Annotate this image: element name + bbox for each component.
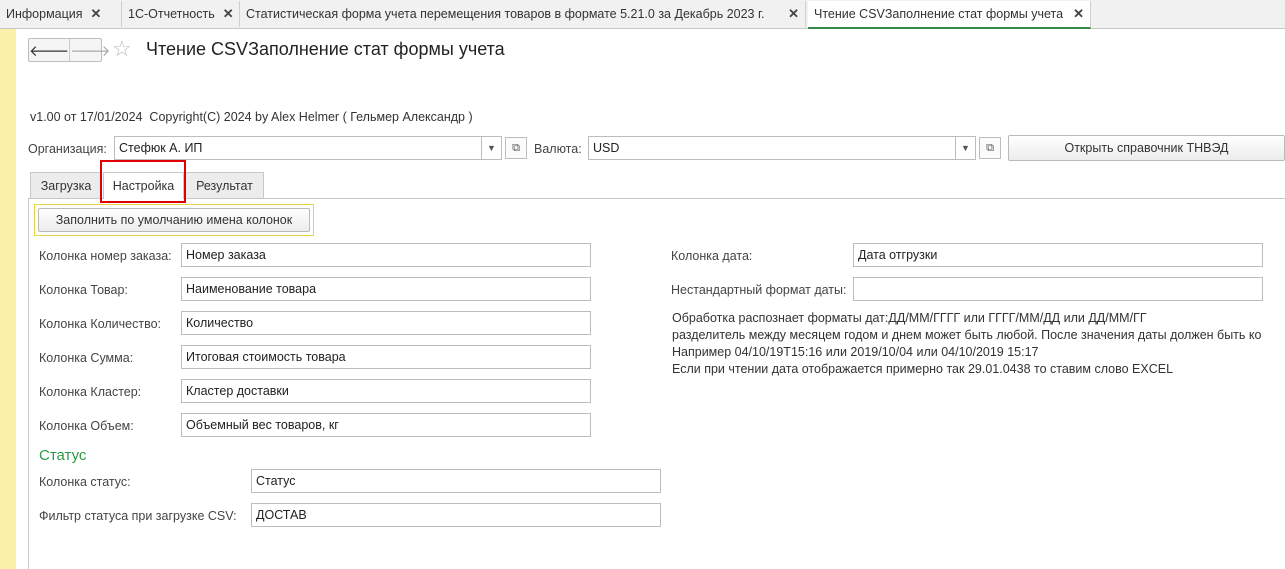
column-volume-field[interactable]: Объемный вес товаров, кг xyxy=(181,413,591,437)
chevron-down-icon: ▼ xyxy=(961,143,970,153)
organization-dropdown-button[interactable]: ▼ xyxy=(482,136,502,160)
info-line: Обработка распознает форматы дат:ДД/ММ/Г… xyxy=(672,311,1147,325)
status-filter-field[interactable]: ДОСТАВ xyxy=(251,503,661,527)
column-product-field[interactable]: Наименование товара xyxy=(181,277,591,301)
column-sum-label: Колонка Сумма: xyxy=(39,351,134,365)
chevron-down-icon: ▼ xyxy=(487,143,496,153)
status-column-label: Колонка статус: xyxy=(39,475,131,489)
close-icon[interactable]: ✕ xyxy=(91,6,102,22)
status-filter-label: Фильтр статуса при загрузке CSV: xyxy=(39,509,237,523)
organization-open-button[interactable]: ⧉ xyxy=(505,137,527,159)
open-icon: ⧉ xyxy=(512,141,520,154)
back-button[interactable]: 🡐 xyxy=(29,39,69,61)
custom-date-format-field[interactable] xyxy=(853,277,1263,301)
currency-open-button[interactable]: ⧉ xyxy=(979,137,1001,159)
window-tab-label: Статистическая форма учета перемещения т… xyxy=(246,7,765,21)
window-tab-1c-reporting[interactable]: 1С-Отчетность ✕ xyxy=(122,1,240,27)
column-sum-field[interactable]: Итоговая стоимость товара xyxy=(181,345,591,369)
arrow-right-icon: 🡒 xyxy=(70,42,111,60)
currency-label: Валюта: xyxy=(534,142,582,156)
status-section-heading: Статус xyxy=(39,447,87,464)
fill-defaults-button[interactable]: Заполнить по умолчанию имена колонок xyxy=(38,208,310,232)
close-icon[interactable]: ✕ xyxy=(223,6,234,22)
custom-date-format-label: Нестандартный формат даты: xyxy=(671,283,847,297)
left-panel-strip xyxy=(0,29,16,569)
window-tab-label: 1С-Отчетность xyxy=(128,7,215,21)
info-line: Например 04/10/19T15:16 или 2019/10/04 и… xyxy=(672,345,1039,359)
close-icon[interactable]: ✕ xyxy=(1073,6,1084,22)
page-title: Чтение CSVЗаполнение стат формы учета xyxy=(146,39,505,59)
window-tab-label: Информация xyxy=(6,7,83,21)
highlight-box xyxy=(100,160,186,203)
star-icon[interactable]: ☆ xyxy=(112,36,132,62)
date-format-info: Обработка распознает форматы дат:ДД/ММ/Г… xyxy=(672,310,1261,378)
currency-dropdown-button[interactable]: ▼ xyxy=(956,136,976,160)
column-product-label: Колонка Товар: xyxy=(39,283,128,297)
arrow-left-icon: 🡐 xyxy=(29,42,70,60)
column-cluster-field[interactable]: Кластер доставки xyxy=(181,379,591,403)
version-text: v1.00 от 17/01/2024 Copyright(C) 2024 by… xyxy=(30,110,473,124)
column-volume-label: Колонка Объем: xyxy=(39,419,134,433)
currency-field[interactable]: USD xyxy=(588,136,956,160)
column-date-field[interactable]: Дата отгрузки xyxy=(853,243,1263,267)
status-column-field[interactable]: Статус xyxy=(251,469,661,493)
column-order-field[interactable]: Номер заказа xyxy=(181,243,591,267)
organization-field[interactable]: Стефюк А. ИП xyxy=(114,136,482,160)
divider xyxy=(28,198,29,569)
forward-button[interactable]: 🡒 xyxy=(69,39,110,61)
window-tab-label: Чтение CSVЗаполнение стат формы учета xyxy=(814,7,1064,21)
window-tab-csv-reader[interactable]: Чтение CSVЗаполнение стат формы учета ✕ xyxy=(808,1,1091,29)
tab-result[interactable]: Результат xyxy=(185,172,264,198)
tab-load[interactable]: Загрузка xyxy=(30,172,102,198)
tab-divider xyxy=(28,198,1285,199)
window-tab-info[interactable]: Информация ✕ xyxy=(0,1,122,27)
column-quantity-field[interactable]: Количество xyxy=(181,311,591,335)
close-icon[interactable]: ✕ xyxy=(788,6,799,22)
open-tnved-button[interactable]: Открыть справочник ТНВЭД xyxy=(1008,135,1285,161)
open-icon: ⧉ xyxy=(986,141,994,154)
window-tab-stat-form[interactable]: Статистическая форма учета перемещения т… xyxy=(240,1,806,27)
info-line: Если при чтении дата отображается пример… xyxy=(672,362,1174,376)
column-cluster-label: Колонка Кластер: xyxy=(39,385,142,399)
column-order-label: Колонка номер заказа: xyxy=(39,249,172,263)
column-quantity-label: Колонка Количество: xyxy=(39,317,162,331)
organization-label: Организация: xyxy=(28,142,107,156)
info-line: разделитель между месяцем годом и днем м… xyxy=(672,328,1262,342)
column-date-label: Колонка дата: xyxy=(671,249,753,263)
navigation-buttons: 🡐 🡒 xyxy=(28,38,110,62)
